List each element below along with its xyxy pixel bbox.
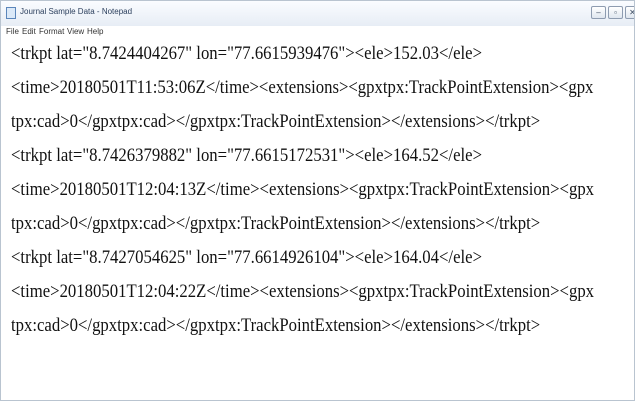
title-bar[interactable]: Journal Sample Data - Notepad – ▫ ✕ [1,1,634,27]
minimize-button[interactable]: – [591,6,606,19]
maximize-button[interactable]: ▫ [608,6,623,19]
menu-help[interactable]: Help [87,27,103,36]
text-line: <time>20180501T11:53:06Z</time><extensio… [11,77,594,98]
text-line: <trkpt lat="8.7426379882" lon="77.661517… [11,145,483,166]
text-line: <trkpt lat="8.7424404267" lon="77.661593… [11,43,483,64]
menu-file[interactable]: File [6,27,19,36]
text-line: <trkpt lat="8.7427054625" lon="77.661492… [11,247,483,268]
text-line: tpx:cad>0</gpxtpx:cad></gpxtpx:TrackPoin… [11,111,541,132]
text-line: tpx:cad>0</gpxtpx:cad></gpxtpx:TrackPoin… [11,213,541,234]
text-line: <time>20180501T12:04:13Z</time><extensio… [11,179,595,200]
menu-view[interactable]: View [67,27,84,36]
text-editor[interactable]: <trkpt lat="8.7424404267" lon="77.661593… [1,39,634,400]
notepad-window: Journal Sample Data - Notepad – ▫ ✕ File… [0,0,635,401]
menu-bar: File Edit Format View Help [1,26,634,39]
text-line: <time>20180501T12:04:22Z</time><extensio… [11,281,595,302]
text-line: tpx:cad>0</gpxtpx:cad></gpxtpx:TrackPoin… [11,315,541,336]
menu-edit[interactable]: Edit [22,27,36,36]
notepad-app-icon[interactable] [6,7,16,19]
close-button[interactable]: ✕ [625,6,634,19]
window-title: Journal Sample Data - Notepad [20,7,133,16]
menu-format[interactable]: Format [39,27,64,36]
